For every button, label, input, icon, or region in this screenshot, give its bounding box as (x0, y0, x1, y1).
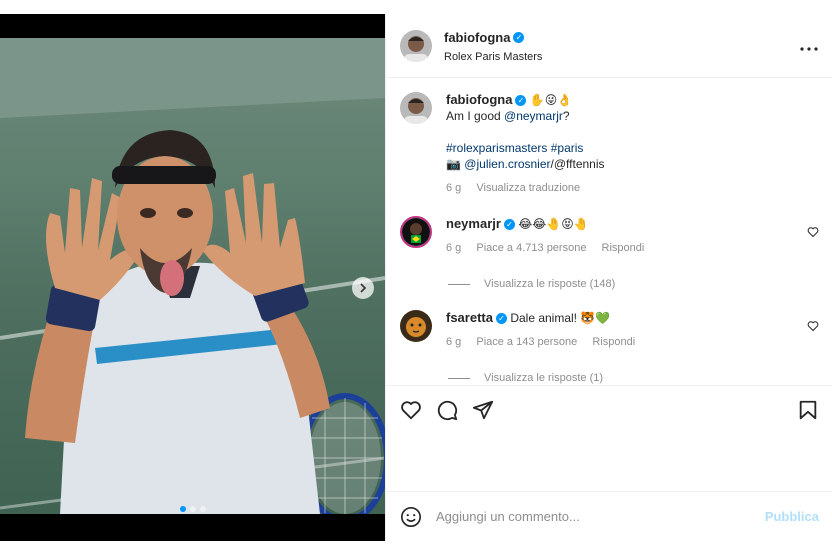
post-details-panel: fabiofogna ✓ Rolex Paris Masters fabiofog… (385, 14, 832, 541)
translate-link[interactable]: Visualizza traduzione (476, 182, 580, 194)
comment-meta: 6 g Piace a 4.713 persone Rispondi (446, 240, 819, 256)
like-comment-heart-icon[interactable] (807, 320, 819, 332)
view-replies-label: Visualizza le risposte (1) (484, 372, 604, 384)
caption-text-suffix: ? (562, 109, 570, 123)
header-text: fabiofogna ✓ Rolex Paris Masters (444, 29, 542, 63)
caption-meta: 6 g Visualizza traduzione (446, 180, 819, 196)
reply-button[interactable]: Rispondi (592, 336, 635, 348)
post-location[interactable]: Rolex Paris Masters (444, 51, 542, 63)
comment-text: Dale animal! 🐯💚 (510, 311, 611, 325)
post-actions-bar (386, 385, 832, 433)
add-comment-bar: Pubblica (386, 491, 832, 541)
post-photo[interactable] (0, 38, 385, 514)
author-avatar[interactable] (400, 29, 432, 62)
comment-likes[interactable]: Piace a 4.713 persone (476, 242, 586, 254)
caption: fabiofogna ✓ ✋😜👌 Am I good @neymarjr? #ro… (400, 92, 819, 196)
comment-time: 6 g (446, 336, 462, 348)
verified-badge-icon: ✓ (495, 313, 507, 325)
caption-text: Am I good (446, 109, 505, 123)
camera-icon: 📷 (446, 157, 461, 171)
caption-avatar[interactable] (400, 92, 432, 124)
caption-credit: /@fftennis (550, 157, 605, 171)
mention-link[interactable]: @neymarjr (504, 109, 563, 123)
commenter-avatar[interactable] (400, 216, 432, 248)
comment-item: fsaretta ✓ Dale animal! 🐯💚 6 g Piace a 14… (400, 310, 819, 350)
commenter-avatar[interactable] (400, 310, 432, 342)
mention-link[interactable]: @julien.crosnier (464, 157, 550, 171)
comment-author[interactable]: neymarjr (446, 216, 501, 231)
replies-divider (448, 283, 470, 285)
comment-bubble-icon[interactable] (436, 399, 458, 421)
comment-body: neymarjr ✓ 😂😂🤚😝🤚 6 g Piace a 4.713 person… (446, 216, 819, 256)
hashtag-link[interactable]: #rolexparismasters (446, 141, 547, 155)
comment-time: 6 g (446, 242, 462, 254)
comment-item: neymarjr ✓ 😂😂🤚😝🤚 6 g Piace a 4.713 person… (400, 216, 819, 256)
emoji-picker-icon[interactable] (400, 506, 422, 528)
chevron-right-icon (360, 283, 367, 293)
view-replies-button[interactable]: Visualizza le risposte (148) (448, 278, 819, 290)
media-frame (0, 14, 385, 541)
caption-author[interactable]: fabiofogna (446, 92, 512, 107)
caption-time: 6 g (446, 182, 462, 194)
reply-button[interactable]: Rispondi (602, 242, 645, 254)
save-bookmark-icon[interactable] (797, 399, 819, 421)
like-heart-icon[interactable] (400, 399, 422, 421)
comment-likes[interactable]: Piace a 143 persone (476, 336, 577, 348)
comment-text: 😂😂🤚😝🤚 (518, 217, 589, 231)
comment-body: fsaretta ✓ Dale animal! 🐯💚 6 g Piace a 14… (446, 310, 819, 350)
view-replies-label: Visualizza le risposte (148) (484, 278, 616, 290)
comment-author[interactable]: fsaretta (446, 310, 493, 325)
publish-button[interactable]: Pubblica (765, 509, 819, 524)
caption-emojis: ✋😜👌 (529, 93, 573, 107)
carousel-dot (200, 506, 206, 512)
like-comment-heart-icon[interactable] (807, 226, 819, 238)
more-options-icon[interactable] (800, 35, 818, 56)
post-media (0, 0, 385, 555)
caption-body: fabiofogna ✓ ✋😜👌 Am I good @neymarjr? #ro… (446, 92, 819, 196)
next-slide-button[interactable] (352, 277, 374, 299)
post-header: fabiofogna ✓ Rolex Paris Masters (386, 14, 832, 78)
author-username[interactable]: fabiofogna (444, 30, 510, 45)
player-illustration (0, 38, 385, 514)
verified-badge-icon: ✓ (515, 95, 527, 107)
carousel-dot (180, 506, 186, 512)
comment-input[interactable] (436, 509, 765, 524)
comment-meta: 6 g Piace a 143 persone Rispondi (446, 334, 819, 350)
carousel-dots (180, 506, 206, 512)
carousel-dot (190, 506, 196, 512)
comments-list: fabiofogna ✓ ✋😜👌 Am I good @neymarjr? #ro… (386, 78, 832, 385)
verified-badge-icon: ✓ (513, 31, 525, 43)
view-replies-button[interactable]: Visualizza le risposte (1) (448, 372, 819, 384)
hashtag-link[interactable]: #paris (551, 141, 584, 155)
verified-badge-icon: ✓ (503, 219, 515, 231)
replies-divider (448, 377, 470, 379)
share-paper-plane-icon[interactable] (472, 399, 494, 421)
